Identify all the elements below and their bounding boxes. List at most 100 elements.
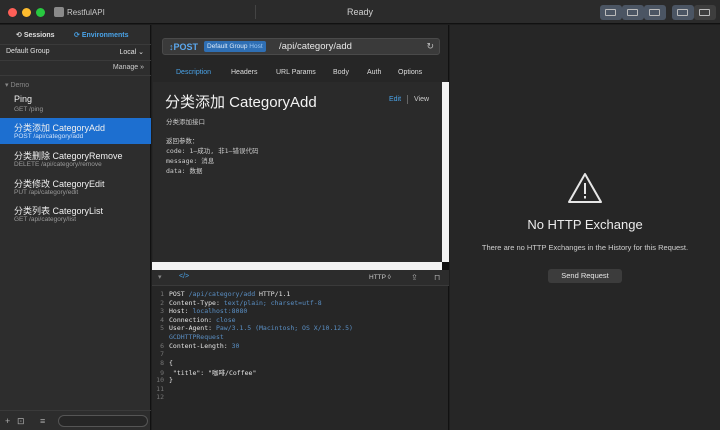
tab-auth[interactable]: Auth (367, 69, 381, 76)
export-icon (605, 9, 616, 16)
environment-token[interactable]: Default Group Host (204, 41, 266, 52)
code-token: 30 (231, 341, 240, 350)
environment-group-label: Default Group (6, 48, 50, 55)
request-item[interactable]: 分类删除 CategoryRemove DELETE /api/category… (0, 146, 151, 172)
scrollbar-corner (442, 262, 449, 270)
request-item-selected[interactable]: 分类添加 CategoryAdd POST /api/category/add (0, 118, 151, 144)
divider (0, 60, 151, 61)
layout-icon (649, 9, 660, 16)
folder-icon[interactable]: ⊡ (17, 416, 25, 427)
folder-demo[interactable]: ▾ Demo (5, 81, 29, 89)
code-token: text/plain; charset=utf-8 (223, 298, 322, 307)
code-token: Connection: (169, 315, 216, 324)
cookie-icon (627, 9, 638, 16)
sidebar-icon (677, 9, 688, 16)
line-number: 6 (160, 341, 164, 350)
line-number: 5 (160, 324, 164, 333)
layout-button[interactable] (644, 5, 666, 20)
warning-icon (568, 173, 602, 203)
send-request-button[interactable]: Send Request (548, 269, 622, 283)
line-number: 1 (160, 290, 164, 298)
line-number: 8 (160, 358, 164, 367)
history-icon: ⟲ (16, 32, 24, 39)
reload-icon[interactable]: ↻ (426, 41, 434, 52)
code-token: { (169, 358, 173, 367)
sidebar-footer: + ⊡ ≡ (0, 410, 151, 430)
code-token: User-Agent: (169, 324, 216, 333)
method-select[interactable]: ↕POST (169, 42, 198, 52)
code-token: } (169, 376, 173, 384)
title-bar: RestfulAPI Ready (0, 0, 720, 24)
request-item[interactable]: 分类修改 CategoryEdit PUT /api/category/edit (0, 174, 151, 200)
tab-options[interactable]: Options (398, 69, 422, 76)
code-token: "咖啡/Coffee" (208, 369, 257, 378)
response-panel: No HTTP Exchange There are no HTTP Excha… (450, 25, 720, 430)
line-number: 7 (160, 350, 164, 359)
lock-icon[interactable]: ⊓ (434, 273, 440, 282)
url-bar[interactable]: ↕POST Default Group Host /api/category/a… (162, 38, 440, 55)
toggle-response-button[interactable] (694, 5, 716, 20)
tab-description[interactable]: Description (176, 69, 211, 76)
manage-environments-button[interactable]: Manage » (113, 64, 144, 71)
request-path: PUT /api/category/edit (14, 189, 79, 196)
tab-sessions[interactable]: ⟲ Sessions (16, 31, 55, 39)
code-token: HTTP/1.1 (255, 290, 291, 298)
folder-label: Demo (10, 82, 30, 89)
code-token: Content-Type: (169, 298, 224, 307)
code-token: /api/category/add (188, 290, 256, 298)
scrollbar-track[interactable] (442, 82, 449, 270)
export-button[interactable] (600, 5, 622, 20)
request-path: GET /ping (14, 106, 44, 113)
description-line: code: 1—成功, 非1—错误代码 (166, 147, 259, 155)
line-number: 11 (156, 384, 164, 393)
code-token: localhost:8080 (192, 307, 248, 316)
sort-icon[interactable]: ≡ (40, 416, 45, 426)
cookies-button[interactable] (622, 5, 644, 20)
code-token: GCDHTTPRequest (169, 333, 224, 341)
line-number: 2 (160, 298, 164, 307)
environment-icon: ⟳ (74, 32, 82, 39)
toggle-sidebar-button[interactable] (672, 5, 694, 20)
line-number: 10 (156, 376, 164, 384)
environment-select[interactable]: Local ⌄ (119, 48, 144, 56)
request-editor: ↕POST Default Group Host /api/category/a… (152, 25, 449, 430)
env-group-token: Default Group (207, 43, 248, 50)
sidebar: ⟲ Sessions ⟳ Environments Default Group … (0, 25, 151, 430)
description-line: data: 数据 (166, 167, 203, 175)
description-title: 分类添加 CategoryAdd (165, 94, 317, 111)
request-path: DELETE /api/category/remove (14, 161, 102, 168)
line-number: 12 (156, 393, 164, 402)
code-panel-header: ▾ </> HTTP ◊ ⇪ ⊓ (152, 270, 449, 286)
code-line: 12 (152, 393, 169, 402)
edit-button[interactable]: Edit (389, 96, 401, 103)
scrollbar-track-horizontal[interactable] (152, 262, 442, 270)
description-panel: 分类添加 CategoryAdd Edit View 分类添加接口 返回参数： … (153, 82, 442, 262)
sidebar-tabs: ⟲ Sessions ⟳ Environments (0, 29, 151, 43)
code-token: "title": (169, 369, 209, 378)
url-path[interactable]: /api/category/add (279, 41, 352, 52)
code-token: Content-Length: (169, 341, 232, 350)
request-item[interactable]: Ping GET /ping (0, 91, 151, 117)
share-icon[interactable]: ⇪ (411, 273, 418, 282)
tab-code[interactable]: </> (179, 273, 189, 280)
add-icon[interactable]: + (5, 416, 10, 426)
tab-url-params[interactable]: URL Params (276, 69, 316, 76)
tab-body[interactable]: Body (333, 69, 349, 76)
line-number: 3 (160, 307, 164, 316)
tab-headers[interactable]: Headers (231, 69, 257, 76)
request-name: Ping (14, 94, 33, 104)
view-button[interactable]: View (414, 96, 429, 103)
env-host-token: Host (249, 43, 263, 50)
tab-sessions-label: Sessions (23, 32, 55, 39)
empty-state-message: There are no HTTP Exchanges in the Histo… (481, 243, 689, 252)
tab-environments[interactable]: ⟳ Environments (74, 31, 129, 39)
divider (0, 75, 151, 76)
collapse-icon[interactable]: ▾ (158, 273, 162, 281)
request-path: POST /api/category/add (14, 133, 84, 140)
divider (407, 95, 408, 104)
filter-input[interactable] (58, 415, 148, 427)
request-tabs: Description Headers URL Params Body Auth… (152, 67, 449, 81)
request-item[interactable]: 分类列表 CategoryList GET /api/category/list (0, 201, 151, 227)
format-select[interactable]: HTTP ◊ (369, 274, 391, 281)
method-label: POST (173, 42, 199, 52)
